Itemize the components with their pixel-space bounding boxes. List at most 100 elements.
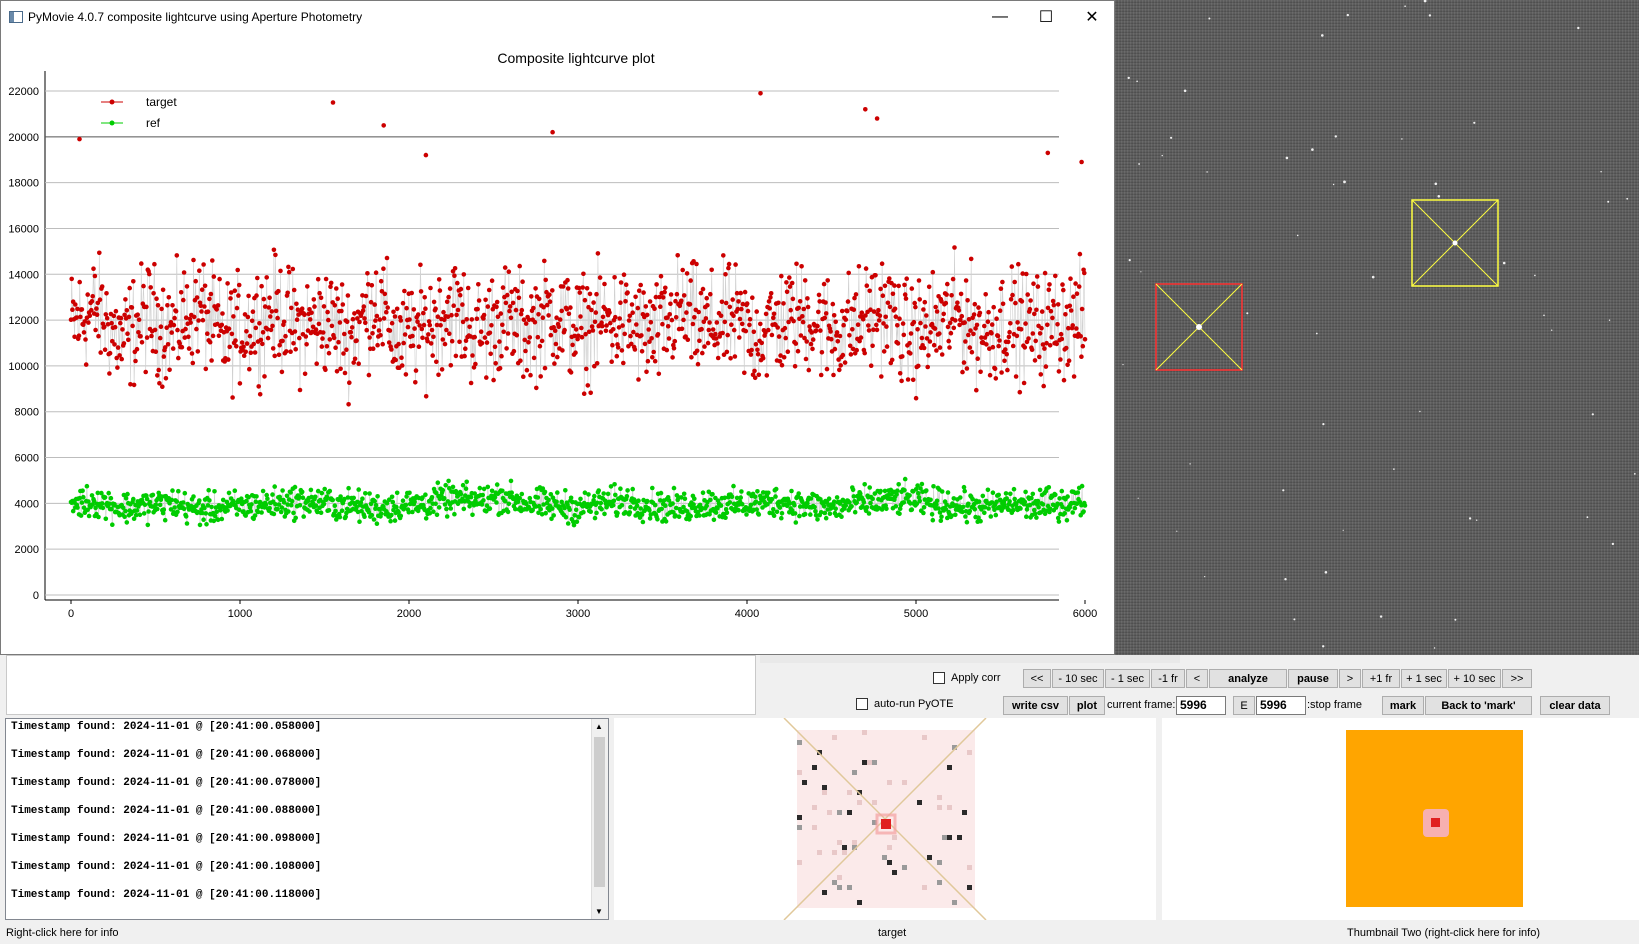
star [1401,138,1403,140]
data-point [501,329,507,335]
data-point [1042,270,1048,276]
data-point [635,305,641,311]
data-point [589,324,595,329]
nav-last-button[interactable]: >> [1502,669,1532,688]
scroll-thumb[interactable] [594,737,605,887]
ref-aperture[interactable] [1411,199,1499,287]
data-point [807,324,812,329]
log-panel[interactable]: Timestamp found: 2024-11-01 @ [20:41:00.… [5,718,609,920]
data-point [437,288,443,293]
data-point [257,321,262,326]
data-point [384,309,389,315]
data-point [700,350,705,356]
data-point [644,369,649,375]
data-point [134,508,140,513]
star [1379,615,1383,618]
current-frame-field[interactable]: 5996 [1176,696,1226,715]
data-point [729,494,735,500]
data-point [500,285,506,290]
minimize-button[interactable]: — [977,1,1023,33]
scroll-down-icon[interactable]: ▼ [595,907,603,916]
nav-next-button[interactable]: > [1339,669,1361,688]
nav-prev-button[interactable]: < [1186,669,1208,688]
data-point [440,337,446,342]
data-point [738,290,743,296]
data-point [318,295,324,301]
data-point [265,496,270,502]
data-point [870,496,875,502]
data-point [374,313,380,319]
auto-run-pyote-checkbox[interactable] [856,698,868,710]
back-to-mark-button[interactable]: Back to 'mark' [1425,696,1532,715]
data-point [188,320,193,325]
data-point [1031,281,1036,286]
data-point [899,378,904,384]
data-point [944,292,949,297]
nav-fwd-10sec-button[interactable]: + 10 sec [1448,669,1501,688]
data-point [447,286,453,291]
data-point [371,517,377,522]
data-point [928,497,933,503]
data-point [206,487,211,493]
data-point [967,508,973,514]
y-tick-label: 14000 [8,269,39,281]
x-tick-label: 4000 [735,608,759,620]
data-point [750,295,755,301]
data-point [694,261,699,267]
data-point [1008,491,1013,497]
image-view[interactable] [1114,0,1639,655]
apply-corr-checkbox[interactable] [933,672,945,684]
log-scrollbar[interactable]: ▲ ▼ [591,719,608,919]
star [1246,312,1249,315]
write-csv-button[interactable]: write csv [1003,696,1068,715]
close-button[interactable]: ✕ [1069,1,1115,33]
data-point [864,283,870,288]
target-aperture[interactable] [1155,283,1243,371]
data-point [77,279,82,285]
status-thumbnail-two[interactable]: Thumbnail Two (right-click here for info… [1347,927,1540,939]
mark-button[interactable]: mark [1382,696,1424,715]
nav-first-button[interactable]: << [1023,669,1051,688]
data-point [768,291,774,296]
e-button[interactable]: E [1233,696,1255,715]
thumbnail-two-panel[interactable] [1162,718,1639,920]
data-point [328,280,334,286]
data-point [452,511,457,517]
data-point [892,283,897,288]
nav-fwd-1sec-button[interactable]: + 1 sec [1401,669,1447,688]
data-point [1046,485,1052,490]
data-point [196,318,201,323]
star [1346,13,1349,17]
data-point [828,329,833,334]
data-point [423,492,428,498]
image-bottom-strip [760,655,1180,663]
data-point [815,517,820,522]
lightcurve-chart[interactable]: Composite lightcurve plot 02000400060008… [1,33,1114,654]
analyze-button[interactable]: analyze [1209,669,1287,688]
status-left[interactable]: Right-click here for info [6,927,119,939]
scroll-up-icon[interactable]: ▲ [595,722,603,731]
data-point [444,514,450,519]
legend-target-marker [109,99,115,105]
nav-back-10sec-button[interactable]: - 10 sec [1052,669,1104,688]
data-point [1011,486,1017,492]
nav-back-1fr-button[interactable]: -1 fr [1151,669,1185,688]
data-point [733,262,738,267]
plot-button[interactable]: plot [1069,696,1105,715]
maximize-button[interactable]: ☐ [1023,1,1069,33]
target-thumbnail-panel[interactable] [614,718,1156,920]
data-point [580,285,585,290]
data-point [225,508,230,513]
nav-fwd-1fr-button[interactable]: +1 fr [1362,669,1400,688]
stop-frame-field[interactable]: 5996 [1256,696,1306,715]
clear-data-button[interactable]: clear data [1540,696,1610,715]
thumbnail-pixel [862,730,867,735]
data-point [802,278,808,283]
nav-back-1sec-button[interactable]: - 1 sec [1105,669,1150,688]
data-point [181,270,187,275]
data-point [863,107,868,112]
pause-button[interactable]: pause [1288,669,1338,688]
data-point [391,309,396,315]
data-point [333,508,338,514]
data-point [307,509,312,514]
